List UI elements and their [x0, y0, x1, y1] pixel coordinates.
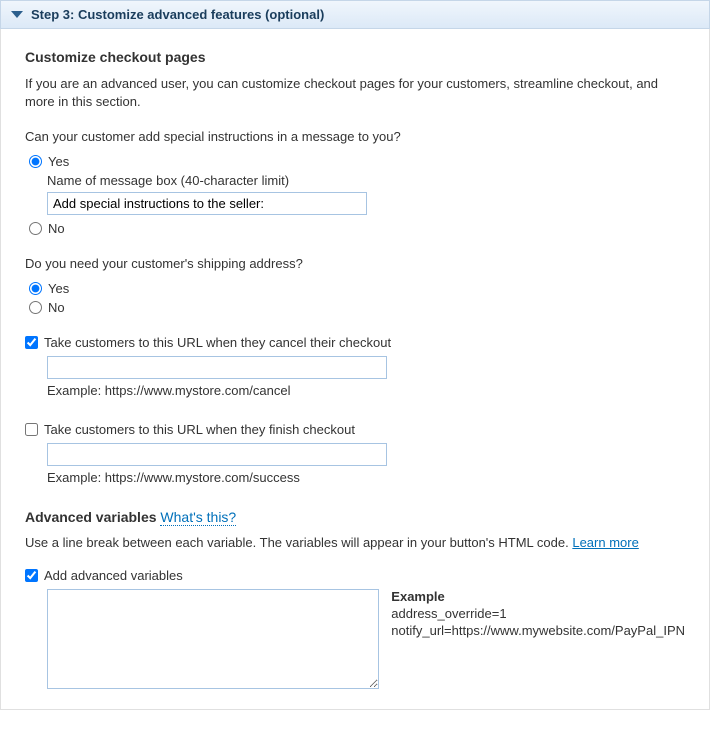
cancel-url-checkbox[interactable]: [25, 336, 38, 349]
cancel-url-group: Take customers to this URL when they can…: [25, 335, 685, 398]
radio-yes-row: Yes: [25, 154, 685, 169]
add-advanced-checkbox-row: Add advanced variables: [25, 568, 685, 583]
special-instructions-question: Can your customer add special instructio…: [25, 129, 685, 144]
shipping-yes-radio[interactable]: [29, 282, 42, 295]
special-instructions-no-label[interactable]: No: [48, 221, 65, 236]
checkout-description: If you are an advanced user, you can cus…: [25, 75, 685, 111]
cancel-url-label[interactable]: Take customers to this URL when they can…: [44, 335, 391, 350]
shipping-no-radio[interactable]: [29, 301, 42, 314]
shipping-no-row: No: [25, 300, 685, 315]
finish-url-checkbox[interactable]: [25, 423, 38, 436]
shipping-yes-label[interactable]: Yes: [48, 281, 69, 296]
cancel-url-input[interactable]: [47, 356, 387, 379]
add-advanced-label[interactable]: Add advanced variables: [44, 568, 183, 583]
example-line-1: address_override=1: [391, 606, 685, 621]
step-header[interactable]: Step 3: Customize advanced features (opt…: [0, 0, 710, 29]
advanced-heading: Advanced variables What's this?: [25, 509, 685, 525]
special-instructions-no-radio[interactable]: [29, 222, 42, 235]
chevron-down-icon: [11, 11, 23, 18]
shipping-question: Do you need your customer's shipping add…: [25, 256, 685, 271]
add-advanced-checkbox[interactable]: [25, 569, 38, 582]
advanced-vars-row: Example address_override=1 notify_url=ht…: [25, 589, 685, 689]
example-line-2: notify_url=https://www.mywebsite.com/Pay…: [391, 623, 685, 638]
cancel-url-example: Example: https://www.mystore.com/cancel: [47, 383, 685, 398]
shipping-yes-row: Yes: [25, 281, 685, 296]
finish-url-checkbox-row: Take customers to this URL when they fin…: [25, 422, 685, 437]
step-title: Step 3: Customize advanced features (opt…: [31, 7, 324, 22]
advanced-description: Use a line break between each variable. …: [25, 535, 685, 550]
checkout-heading: Customize checkout pages: [25, 49, 685, 65]
shipping-no-label[interactable]: No: [48, 300, 65, 315]
cancel-url-checkbox-row: Take customers to this URL when they can…: [25, 335, 685, 350]
advanced-example-block: Example address_override=1 notify_url=ht…: [391, 589, 685, 640]
advanced-heading-text: Advanced variables: [25, 509, 157, 525]
finish-url-label[interactable]: Take customers to this URL when they fin…: [44, 422, 355, 437]
message-box-label: Name of message box (40-character limit): [47, 173, 685, 188]
finish-url-group: Take customers to this URL when they fin…: [25, 422, 685, 485]
whats-this-link[interactable]: What's this?: [160, 509, 236, 526]
radio-no-row: No: [25, 221, 685, 236]
special-instructions-yes-radio[interactable]: [29, 155, 42, 168]
step-content: Customize checkout pages If you are an a…: [0, 29, 710, 710]
advanced-vars-textarea[interactable]: [47, 589, 379, 689]
message-box-input[interactable]: [47, 192, 367, 215]
example-title: Example: [391, 589, 685, 604]
message-box-nested: Name of message box (40-character limit): [25, 173, 685, 215]
advanced-description-text: Use a line break between each variable. …: [25, 535, 572, 550]
special-instructions-yes-label[interactable]: Yes: [48, 154, 69, 169]
special-instructions-group: Yes Name of message box (40-character li…: [25, 154, 685, 236]
shipping-group: Yes No: [25, 281, 685, 315]
finish-url-example: Example: https://www.mystore.com/success: [47, 470, 685, 485]
finish-url-input[interactable]: [47, 443, 387, 466]
learn-more-link[interactable]: Learn more: [572, 535, 638, 550]
